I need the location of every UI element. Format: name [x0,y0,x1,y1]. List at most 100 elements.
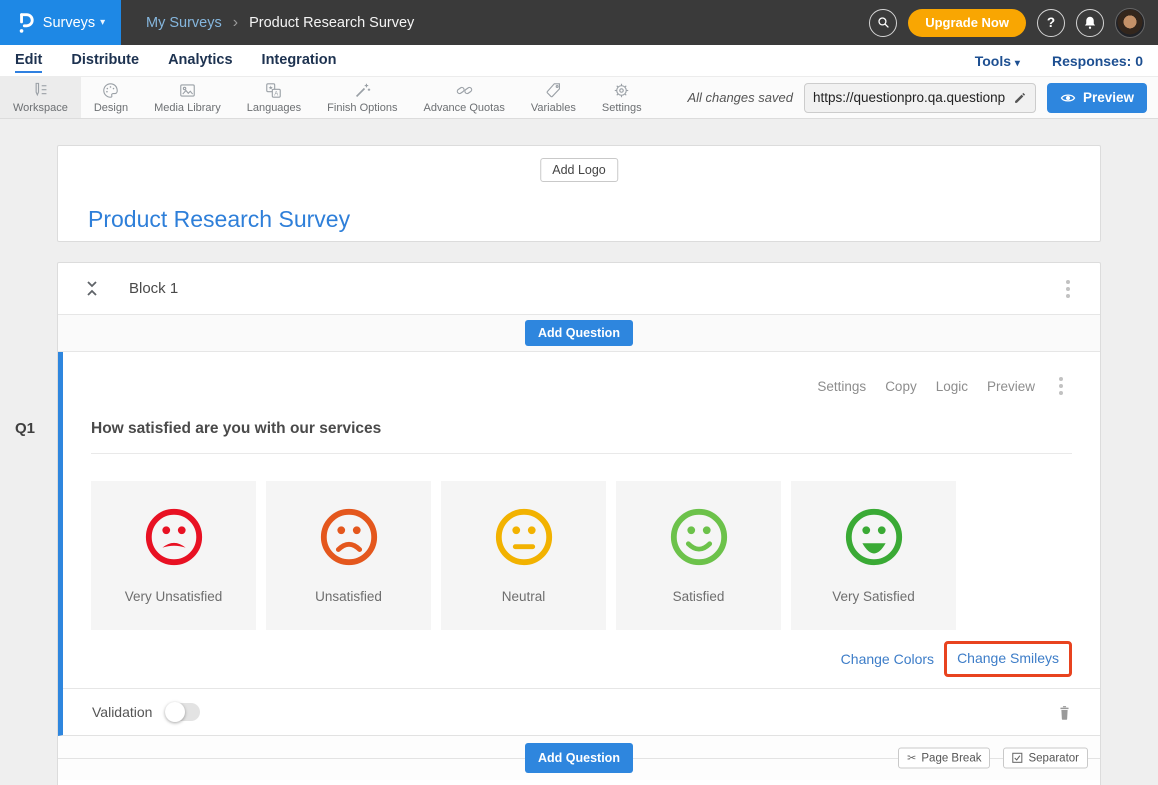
breadcrumb: My Surveys › Product Research Survey [146,15,414,31]
question-divider [91,453,1072,454]
smiley-option-label: Very Unsatisfied [125,589,223,604]
block-menu-icon[interactable] [1063,277,1073,301]
validation-toggle[interactable] [165,703,200,721]
question-title[interactable]: How satisfied are you with our services [91,420,1072,438]
smiley-tools: Change Colors Change Smileys [91,638,1072,680]
page-break-label: Page Break [921,752,981,764]
question-footer: Validation [63,688,1100,735]
add-question-button-bottom[interactable]: Add Question [525,743,633,773]
toolbar-media-library[interactable]: Media Library [141,77,234,118]
edit-url-icon[interactable] [1013,91,1027,105]
smiley-option-label: Neutral [502,589,546,604]
search-button[interactable] [869,9,897,37]
preview-label: Preview [1083,90,1134,105]
preview-button[interactable]: Preview [1047,83,1147,113]
collapse-block-icon[interactable] [85,279,99,298]
tab-analytics[interactable]: Analytics [168,48,232,73]
change-colors-link[interactable]: Change Colors [841,651,934,667]
toolbar-variables[interactable]: Variables [518,77,589,118]
block-header: Block 1 [58,263,1100,315]
toolbar-design[interactable]: Design [81,77,141,118]
breadcrumb-current: Product Research Survey [249,15,414,31]
insert-tools: ✂ Page Break Separator [898,748,1088,769]
brand-menu[interactable]: Surveys ▾ [0,0,121,45]
question-settings-link[interactable]: Settings [817,379,866,394]
toolbar-label: Media Library [154,102,221,114]
tab-integration[interactable]: Integration [262,48,337,73]
page-break-button[interactable]: ✂ Page Break [898,748,990,769]
question-card: Settings Copy Logic Preview How satisfie… [58,352,1100,736]
responses-count[interactable]: Responses: 0 [1052,53,1143,69]
smiley-option-very-unsatisfied[interactable]: Very Unsatisfied [91,481,256,630]
page-break-icon: ✂ [907,752,916,765]
topbar-actions: Upgrade Now ? [869,8,1158,38]
block-title: Block 1 [129,280,178,297]
survey-url-value: https://questionpro.qa.questionp [813,90,1007,105]
question-number: Q1 [15,420,35,437]
toolbar-languages[interactable]: ★A Languages [234,77,314,118]
tools-menu[interactable]: Tools ▾ [975,53,1020,69]
editor-toolbar: Workspace Design Media Library ★A Langua… [0,77,1158,119]
toolbar-label: Variables [531,102,576,114]
question-actions: Settings Copy Logic Preview [91,374,1066,398]
questionpro-logo-icon [16,11,35,35]
toolbar-label: Design [94,102,128,114]
smiley-option-label: Unsatisfied [315,589,382,604]
add-question-button-top[interactable]: Add Question [525,320,633,346]
workspace-icon [31,81,50,100]
smiley-options: Very Unsatisfied Unsatisfied Neutral [91,481,1072,630]
smiley-unsatisfied-icon [318,506,380,568]
help-button[interactable]: ? [1037,9,1065,37]
toolbar-label: Advance Quotas [423,102,504,114]
tab-edit[interactable]: Edit [15,48,42,73]
smiley-option-label: Satisfied [673,589,725,604]
search-icon [876,15,891,30]
smiley-option-satisfied[interactable]: Satisfied [616,481,781,630]
toolbar-settings[interactable]: Settings [589,77,655,118]
editor-canvas: Add Logo Product Research Survey Block 1… [0,119,1158,785]
upgrade-now-button[interactable]: Upgrade Now [908,9,1026,37]
breadcrumb-my-surveys[interactable]: My Surveys [146,15,222,31]
add-logo-button[interactable]: Add Logo [540,158,618,182]
bell-icon [1083,15,1097,30]
notifications-button[interactable] [1076,9,1104,37]
smiley-satisfied-icon [668,506,730,568]
add-question-row-bottom: Add Question ✂ Page Break Separator [58,736,1100,780]
tab-distribute[interactable]: Distribute [71,48,139,73]
section-nav: Edit Distribute Analytics Integration To… [0,45,1158,77]
smiley-option-neutral[interactable]: Neutral [441,481,606,630]
toolbar-label: Languages [247,102,301,114]
separator-button[interactable]: Separator [1003,748,1088,769]
smiley-option-very-satisfied[interactable]: Very Satisfied [791,481,956,630]
survey-url-field[interactable]: https://questionpro.qa.questionp [804,83,1036,113]
svg-text:A: A [275,91,279,97]
smiley-option-unsatisfied[interactable]: Unsatisfied [266,481,431,630]
smiley-very-satisfied-icon [843,506,905,568]
survey-header-card: Add Logo Product Research Survey [57,145,1101,242]
toolbar-advance-quotas[interactable]: Advance Quotas [410,77,517,118]
eye-icon [1060,90,1076,106]
question-logic-link[interactable]: Logic [936,379,968,394]
smiley-neutral-icon [493,506,555,568]
toolbar-label: Settings [602,102,642,114]
question-preview-link[interactable]: Preview [987,379,1035,394]
change-smileys-link[interactable]: Change Smileys [957,650,1059,666]
caret-down-icon: ▾ [1015,58,1020,69]
avatar[interactable] [1115,8,1145,38]
toolbar-right: All changes saved https://questionpro.qa… [687,77,1158,118]
toolbar-label: Finish Options [327,102,397,114]
nav-tabs: Edit Distribute Analytics Integration [15,48,336,73]
survey-title[interactable]: Product Research Survey [88,206,350,233]
delete-question-icon[interactable] [1057,704,1072,721]
question-copy-link[interactable]: Copy [885,379,917,394]
brand-label: Surveys [43,15,95,31]
separator-checkbox-icon [1012,753,1023,764]
gear-icon [612,81,631,100]
caret-down-icon: ▾ [100,17,105,28]
wand-icon [353,81,372,100]
palette-icon [101,81,120,100]
toolbar-finish-options[interactable]: Finish Options [314,77,410,118]
toolbar-workspace[interactable]: Workspace [0,77,81,118]
question-menu-icon[interactable] [1056,374,1066,398]
add-question-row-top: Add Question [58,315,1100,352]
